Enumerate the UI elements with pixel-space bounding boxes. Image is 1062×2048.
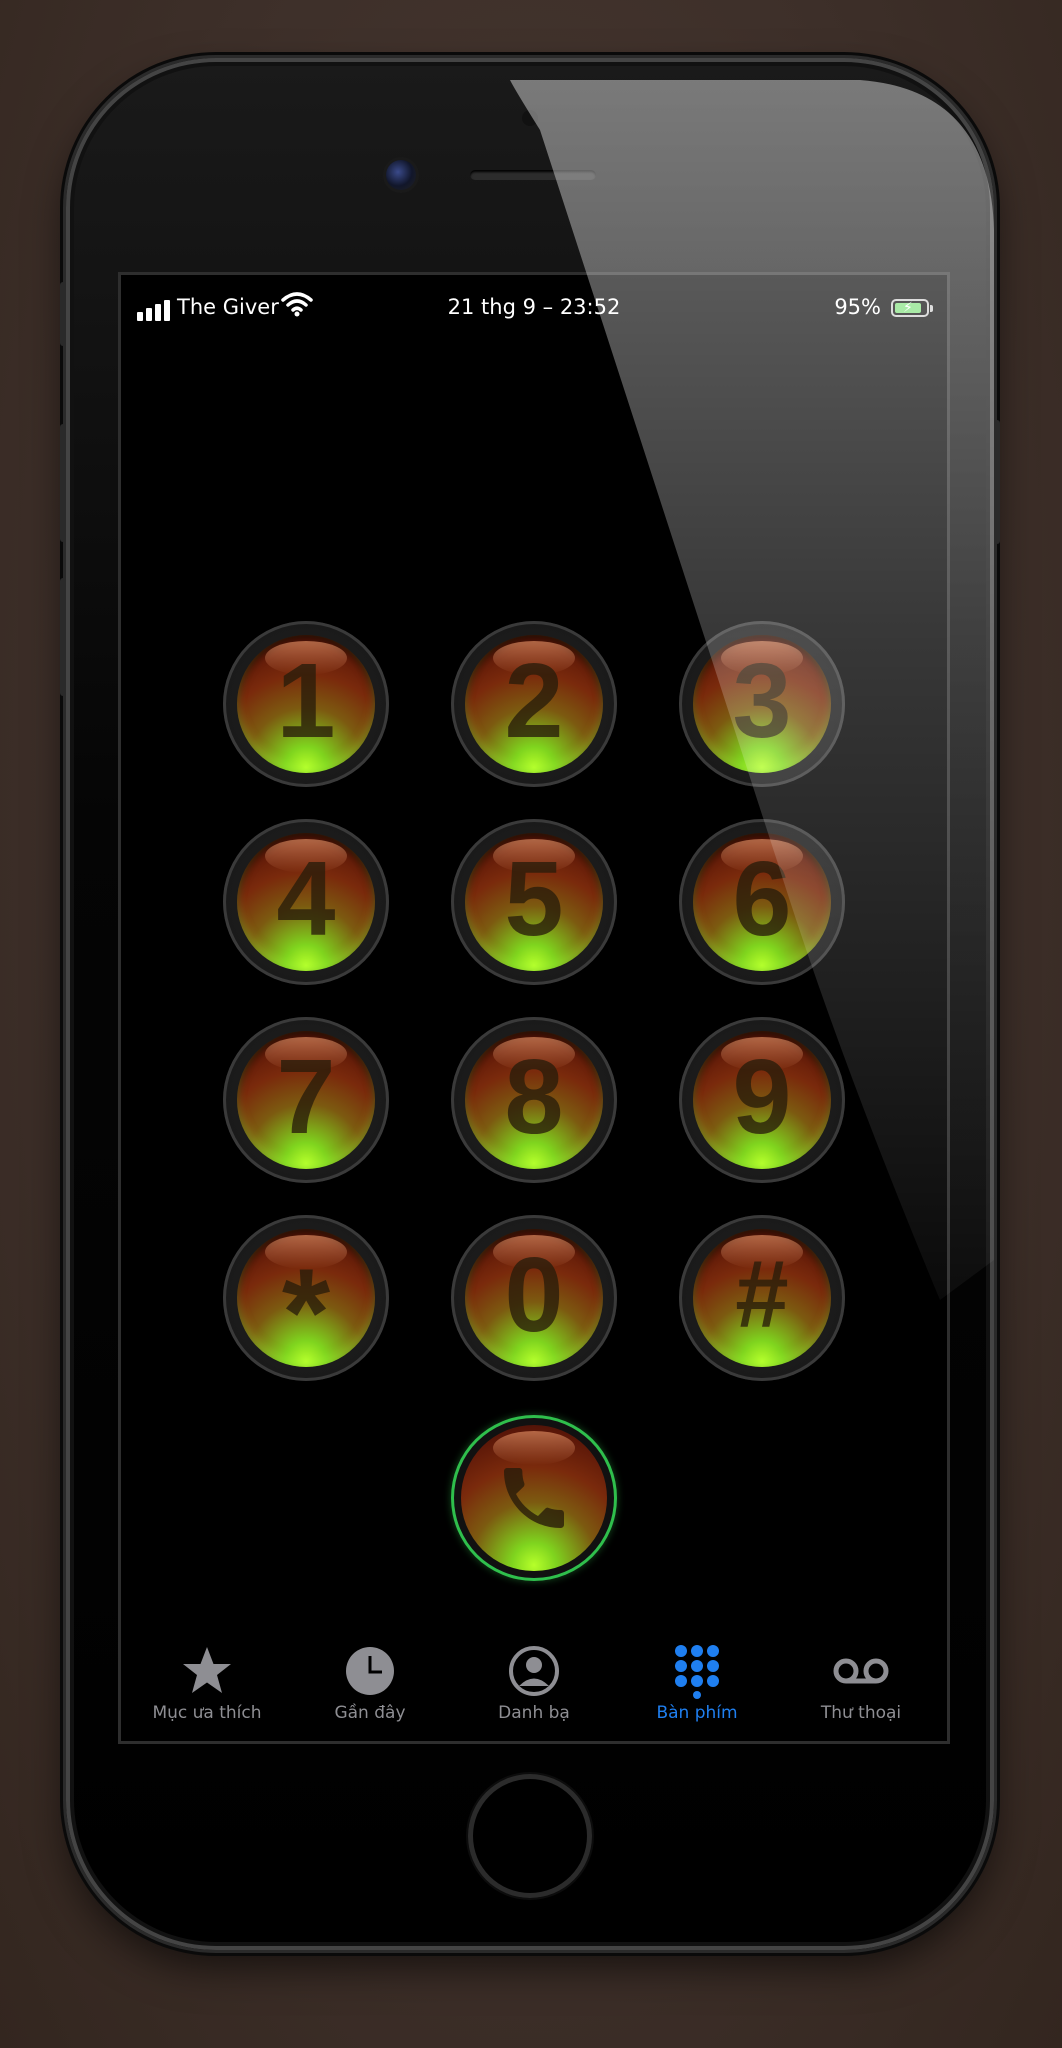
key-label: # xyxy=(735,1241,789,1348)
key-label: * xyxy=(281,1244,331,1382)
tab-favorites[interactable]: Mục ưa thích xyxy=(127,1635,287,1741)
tab-keypad[interactable]: Bàn phím xyxy=(617,1635,777,1741)
key-1[interactable]: 1 xyxy=(223,621,389,787)
key-7[interactable]: 7 xyxy=(223,1017,389,1183)
key-label: 8 xyxy=(504,1038,564,1156)
star-icon xyxy=(183,1647,231,1693)
volume-down-button xyxy=(60,578,66,696)
tab-recents[interactable]: Gần đây xyxy=(290,1635,450,1741)
home-button[interactable] xyxy=(468,1774,592,1898)
front-camera xyxy=(386,160,416,190)
battery-percent: 95% xyxy=(834,295,881,319)
key-star[interactable]: * xyxy=(223,1215,389,1382)
status-bar: The Giver 21 thg 9 – 23:52 95% ⚡ xyxy=(121,289,947,329)
key-6[interactable]: 6 xyxy=(679,819,845,985)
proximity-sensor xyxy=(522,110,538,126)
key-9[interactable]: 9 xyxy=(679,1017,845,1183)
clock-icon xyxy=(346,1647,394,1695)
key-label: 3 xyxy=(732,642,792,760)
tab-voicemail[interactable]: Thư thoại xyxy=(781,1635,941,1741)
earpiece-speaker xyxy=(470,170,596,180)
tab-bar: Mục ưa thích Gần đây Danh bạ Bàn phím Th… xyxy=(121,1635,947,1741)
key-hash[interactable]: # xyxy=(679,1215,845,1381)
key-label: 7 xyxy=(276,1038,336,1156)
key-label: 5 xyxy=(504,840,564,958)
key-label: 6 xyxy=(732,840,792,958)
screen: The Giver 21 thg 9 – 23:52 95% ⚡ 1 2 3 4 5 6 7… xyxy=(118,272,950,1744)
key-2[interactable]: 2 xyxy=(451,621,617,787)
volume-up-button xyxy=(60,424,66,542)
key-4[interactable]: 4 xyxy=(223,819,389,985)
tab-label: Thư thoại xyxy=(820,1703,902,1723)
key-3[interactable]: 3 xyxy=(679,621,845,787)
status-datetime: 21 thg 9 – 23:52 xyxy=(447,295,621,319)
battery-icon: ⚡ xyxy=(891,299,933,317)
tab-label: Bàn phím xyxy=(656,1703,738,1723)
keypad-icon xyxy=(675,1645,719,1699)
key-label: 2 xyxy=(504,642,564,760)
phone-icon xyxy=(504,1468,564,1528)
tab-label: Mục ưa thích xyxy=(152,1703,262,1723)
tab-contacts[interactable]: Danh bạ xyxy=(454,1635,614,1741)
contact-icon xyxy=(509,1646,559,1696)
key-8[interactable]: 8 xyxy=(451,1017,617,1183)
key-5[interactable]: 5 xyxy=(451,819,617,985)
key-label: 1 xyxy=(276,642,336,760)
voicemail-icon xyxy=(833,1658,889,1684)
key-label: 0 xyxy=(504,1236,564,1354)
tab-label: Danh bạ xyxy=(498,1703,570,1723)
key-label: 4 xyxy=(276,840,336,958)
key-0[interactable]: 0 xyxy=(451,1215,617,1381)
key-label: 9 xyxy=(732,1038,792,1156)
power-button xyxy=(994,420,1000,544)
tab-label: Gần đây xyxy=(334,1703,406,1723)
mute-switch xyxy=(60,282,66,346)
call-button[interactable] xyxy=(451,1415,617,1581)
